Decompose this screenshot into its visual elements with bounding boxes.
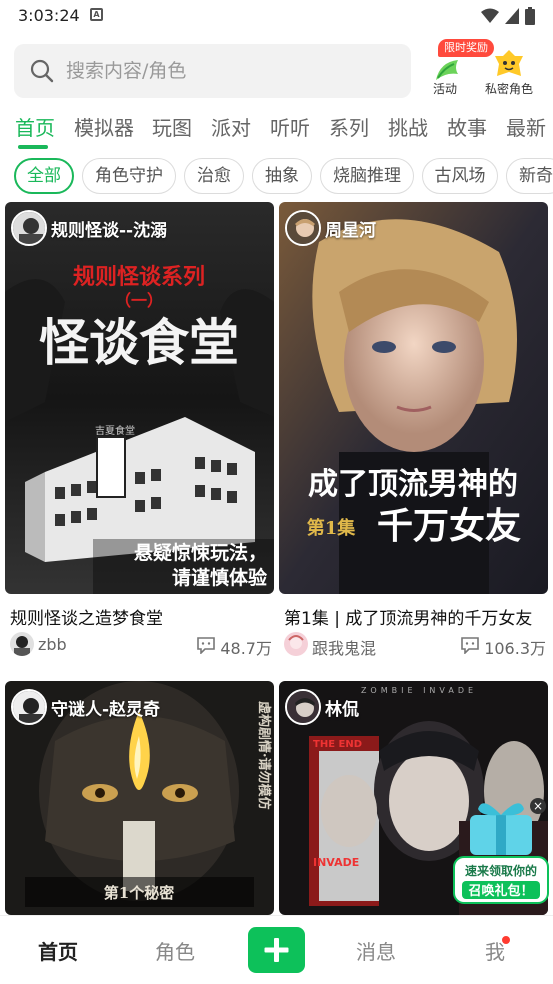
event-label: 活动 [432,82,457,96]
author-avatar [285,210,321,246]
cover-art-cafeteria: 吉夏食堂 规则怪谈系列 （一） 怪谈食堂 悬疑惊悚玩法， 请谨慎体验 [5,202,274,594]
author-avatar [11,210,47,246]
nav-home[interactable]: 首页 [38,936,78,965]
card-author[interactable]: 林侃 [285,689,359,725]
cover-line1-text: 悬疑惊悚玩法， [134,541,267,564]
author-name: 规则怪谈--沈溺 [51,220,168,241]
tab-simulator[interactable]: 模拟器 [74,112,134,141]
cover-main-text: 怪谈食堂 [39,314,239,372]
tab-series[interactable]: 系列 [329,112,369,141]
chat-count-icon [461,637,479,654]
chip-ancient[interactable]: 古风场 [422,158,498,194]
tab-party[interactable]: 派对 [211,112,251,141]
cover-art-idol: 成了顶流男神的 第1集 千万女友 [279,202,548,594]
story-card[interactable]: 第1个秘密 虚构剧情·请勿模仿 守谜人-赵灵奇 [5,681,274,915]
signal-icon [505,8,519,24]
nav-role[interactable]: 角色 [155,936,195,965]
tab-latest[interactable]: 最新 [506,112,546,141]
cover-series-text: 规则怪谈系列 [73,264,205,290]
chip-novel[interactable]: 新奇 [506,158,553,194]
chat-count-icon [197,637,215,654]
cover-main-text: 成了顶流男神的 [308,467,518,502]
card-title: 第1集 | 成了顶流男神的千万女友 [284,609,533,629]
bottom-nav: 首页 角色 消息 我 [0,915,553,984]
battery-icon [525,7,535,25]
cover-side-text: 虚构剧情·请勿模仿 [256,701,272,810]
search-input[interactable] [66,56,396,86]
author-name: 周星河 [325,220,376,241]
author-avatar [11,689,47,725]
notification-dot [502,936,510,944]
story-card[interactable]: 吉夏食堂 规则怪谈系列 （一） 怪谈食堂 悬疑惊悚玩法， 请谨慎体验 规则怪谈-… [5,202,274,662]
secret-role-button[interactable]: 私密角色 [474,40,544,100]
tab-challenge[interactable]: 挑战 [388,112,428,141]
cover-sub-text: （一） [115,291,163,310]
story-card[interactable]: 成了顶流男神的 第1集 千万女友 周星河 第1集 | 成了顶流男神的千万女友 跟… [279,202,548,662]
card-author[interactable]: 周星河 [285,210,376,246]
status-time: 3:03:24 [18,6,80,25]
gift-line2: 召唤礼包！ [468,883,533,899]
author-avatar [285,689,321,725]
card-author[interactable]: 规则怪谈--沈溺 [11,210,167,246]
cover-episode-text: 第1集 [307,517,357,539]
card-author[interactable]: 守谜人-赵灵奇 [11,689,160,725]
chip-healing[interactable]: 治愈 [184,158,244,194]
cover-line2-text: 请谨慎体验 [172,566,268,589]
nav-message[interactable]: 消息 [356,936,396,965]
user-avatar [10,632,34,656]
category-tabs: 首页 模拟器 玩图 派对 听听 系列 挑战 故事 最新 [0,104,553,148]
cover-bottom-text: 第1个秘密 [104,884,174,902]
search-bar[interactable] [14,44,411,98]
create-button[interactable] [248,927,305,973]
chip-guardian[interactable]: 角色守护 [82,158,176,194]
tab-play-image[interactable]: 玩图 [152,112,192,141]
system-icons [481,7,535,25]
chip-all[interactable]: 全部 [14,158,74,194]
tab-story[interactable]: 故事 [447,112,487,141]
tab-listen[interactable]: 听听 [270,112,310,141]
chat-count: 106.3万 [484,639,546,658]
chip-brain-puzzle[interactable]: 烧脑推理 [320,158,414,194]
cover-image: 吉夏食堂 规则怪谈系列 （一） 怪谈食堂 悬疑惊悚玩法， 请谨慎体验 [5,202,274,594]
user-name: zbb [38,635,67,654]
tab-home[interactable]: 首页 [15,112,55,141]
plus-icon [264,938,289,962]
cover-top-text: ZOMBIE INVADE [361,686,477,695]
user-avatar [284,632,308,656]
author-name: 守谜人-赵灵奇 [51,699,161,720]
secret-role-label: 私密角色 [484,82,533,96]
cover-sub-text: 千万女友 [377,505,521,547]
cover-image: 成了顶流男神的 第1集 千万女友 [279,202,548,594]
card-meta: 跟我鬼混 106.3万 [284,632,546,658]
cover-theend-text: THE END [313,739,362,750]
gift-close-icon[interactable]: × [530,798,546,814]
gift-line1: 速来领取你的 [465,863,537,878]
cover-sign-text: 吉夏食堂 [95,424,135,437]
author-name: 林侃 [325,699,359,720]
user-name: 跟我鬼混 [312,639,377,658]
status-bar: 3:03:24 A [0,0,553,32]
wifi-icon [481,8,499,23]
active-tab-indicator [18,145,48,149]
card-meta: zbb 48.7万 [10,632,272,658]
notification-a-icon: A [90,8,103,21]
card-title: 规则怪谈之造梦食堂 [10,609,163,629]
search-icon [30,59,54,83]
secret-role-icon [495,50,523,76]
chip-abstract[interactable]: 抽象 [252,158,312,194]
chat-count: 48.7万 [220,639,272,658]
cover-invade-text: INVADE [313,856,359,869]
filter-chips: 全部 角色守护 治愈 抽象 烧脑推理 古风场 新奇 [0,158,553,196]
